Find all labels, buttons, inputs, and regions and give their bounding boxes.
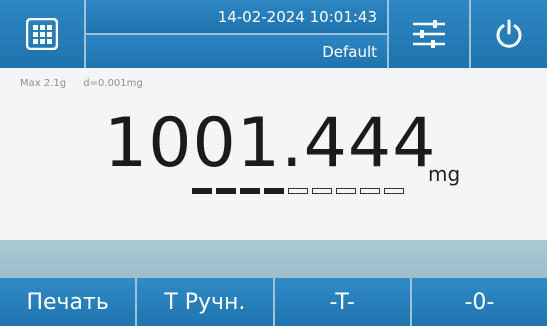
power-icon bbox=[496, 19, 522, 48]
capacity-segment-empty bbox=[384, 188, 404, 194]
top-bar: 14-02-2024 10:01:43 Default bbox=[0, 0, 547, 68]
capacity-indicator bbox=[192, 188, 404, 194]
tare-button[interactable]: -T- bbox=[274, 278, 410, 326]
weighing-display: Max 2.1g d=0.001mg 1001.444 mg bbox=[0, 70, 547, 240]
max-capacity-label: Max 2.1g bbox=[20, 78, 67, 89]
capacity-segment-filled bbox=[192, 188, 212, 194]
power-button[interactable] bbox=[471, 0, 547, 68]
balance-specs: Max 2.1g d=0.001mg bbox=[20, 78, 157, 89]
grid-menu-icon bbox=[26, 18, 58, 50]
weight-unit: mg bbox=[428, 162, 461, 186]
capacity-segment-filled bbox=[216, 188, 236, 194]
settings-button[interactable] bbox=[389, 0, 469, 68]
capacity-segment-empty bbox=[336, 188, 356, 194]
balance-screen: 14-02-2024 10:01:43 Default Max 2.1g d=0… bbox=[0, 0, 547, 326]
print-button[interactable]: Печать bbox=[0, 278, 136, 326]
capacity-segment-filled bbox=[264, 188, 284, 194]
capacity-segment-empty bbox=[312, 188, 332, 194]
info-band bbox=[0, 240, 547, 278]
datetime-display: 14-02-2024 10:01:43 bbox=[86, 0, 387, 33]
sliders-icon bbox=[413, 20, 445, 48]
menu-button[interactable] bbox=[0, 0, 84, 68]
capacity-segment-empty bbox=[360, 188, 380, 194]
zero-button[interactable]: -0- bbox=[411, 278, 547, 326]
status-panel: 14-02-2024 10:01:43 Default bbox=[86, 0, 387, 68]
capacity-segment-empty bbox=[288, 188, 308, 194]
softkey-bar: Печать T Ручн. -T- -0- bbox=[0, 278, 547, 326]
profile-name[interactable]: Default bbox=[86, 35, 387, 68]
capacity-segment-filled bbox=[240, 188, 260, 194]
manual-tare-button[interactable]: T Ручн. bbox=[137, 278, 273, 326]
weight-reading: 1001.444 bbox=[104, 104, 437, 183]
readability-label: d=0.001mg bbox=[83, 78, 143, 89]
